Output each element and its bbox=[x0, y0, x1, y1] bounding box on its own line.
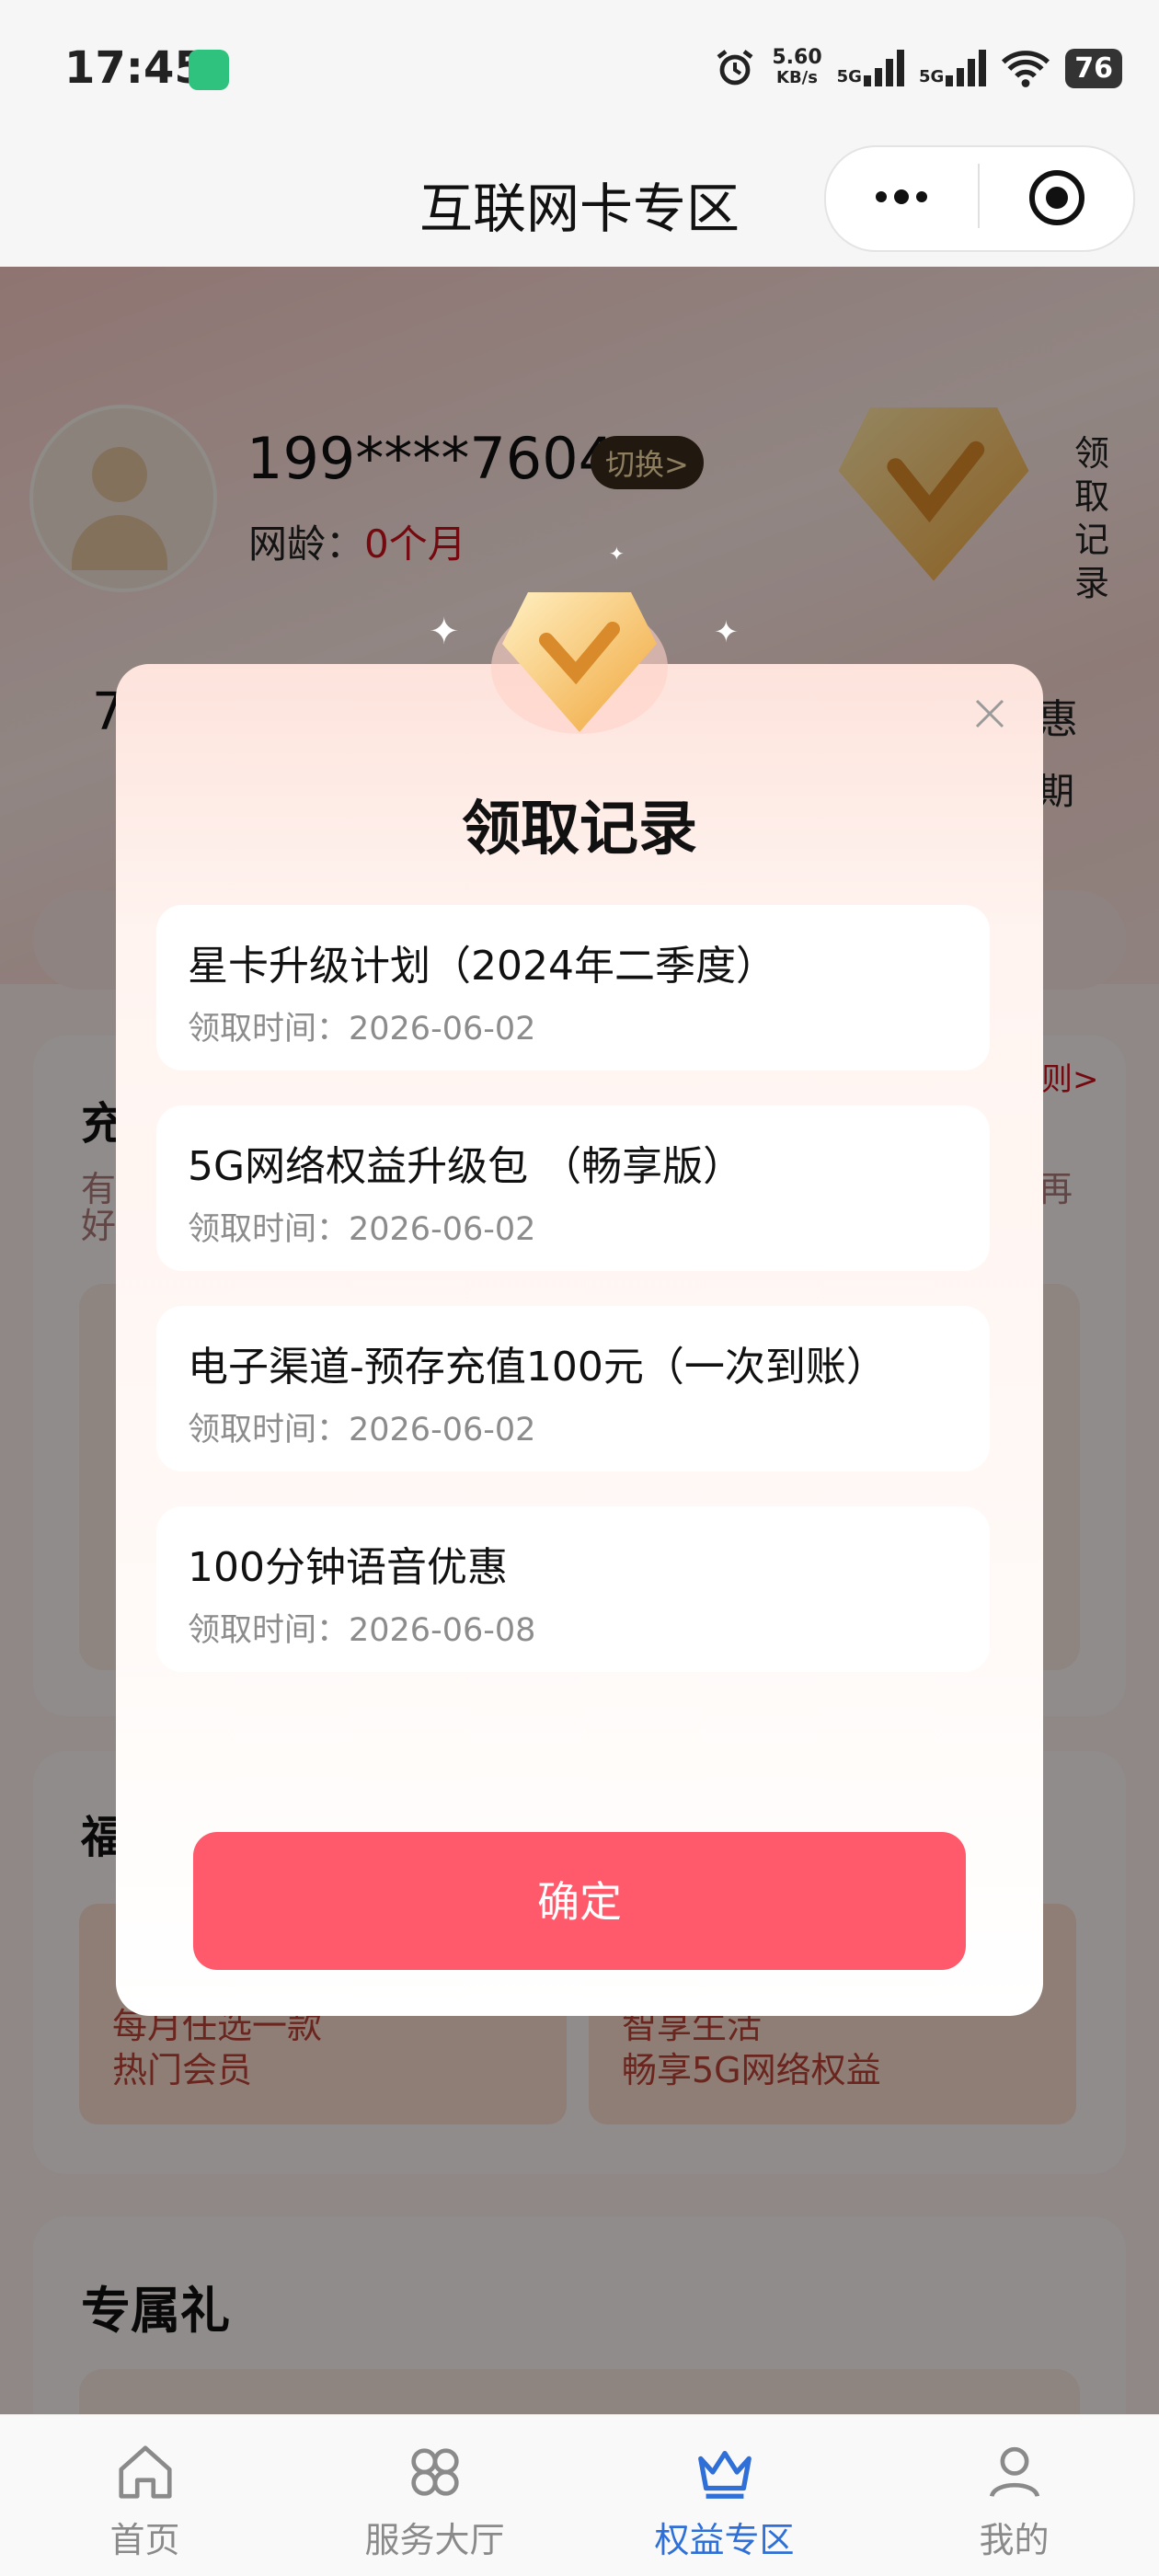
more-dots-icon bbox=[876, 189, 927, 204]
tab-service-hall-label: 服务大厅 bbox=[364, 2520, 505, 2560]
sparkle-icon: ✦ bbox=[714, 614, 739, 649]
signal-label-2: 5G bbox=[918, 67, 945, 86]
record-title: 星卡升级计划（2024年二季度） bbox=[188, 943, 776, 990]
tab-mine-label: 我的 bbox=[979, 2520, 1050, 2560]
home-icon bbox=[119, 2445, 172, 2499]
status-time: 17:45 bbox=[64, 42, 205, 94]
notification-app-icon bbox=[189, 50, 229, 90]
user-icon bbox=[989, 2446, 1040, 2498]
confirm-button[interactable]: 确定 bbox=[193, 1832, 966, 1970]
close-miniprogram-button[interactable] bbox=[1027, 167, 1087, 228]
badge-icon bbox=[491, 592, 668, 734]
tab-home-label: 首页 bbox=[109, 2520, 180, 2560]
tab-benefits-label: 权益专区 bbox=[654, 2520, 795, 2560]
record-time: 领取时间：2026-06-08 bbox=[188, 1612, 536, 1649]
record-time: 领取时间：2026-06-02 bbox=[188, 1011, 536, 1048]
wifi-icon bbox=[1002, 51, 1050, 87]
sparkle-icon: ✦ bbox=[429, 611, 460, 653]
record-title: 5G网络权益升级包 （畅享版） bbox=[188, 1143, 744, 1190]
record-time: 领取时间：2026-06-02 bbox=[188, 1412, 536, 1448]
tab-home[interactable]: 首页 bbox=[0, 2414, 290, 2575]
signal-label-1: 5G bbox=[836, 67, 862, 86]
sparkle-icon: ✦ bbox=[609, 543, 625, 565]
tab-service-hall[interactable]: 服务大厅 bbox=[290, 2414, 580, 2575]
record-title: 电子渠道-预存充值100元（一次到账） bbox=[188, 1344, 887, 1391]
capsule-divider bbox=[978, 164, 980, 228]
battery-level: 76 bbox=[1065, 48, 1122, 88]
net-speed: 5.60 bbox=[772, 46, 822, 69]
dialog-title: 领取记录 bbox=[462, 796, 697, 864]
tab-benefits[interactable]: 权益专区 bbox=[580, 2414, 869, 2575]
signal-icon bbox=[863, 50, 904, 86]
signal-icon bbox=[946, 50, 987, 86]
tab-mine[interactable]: 我的 bbox=[869, 2414, 1159, 2575]
alarm-icon bbox=[717, 50, 753, 86]
status-icons: 5.60 KB/s 5G 5G 76 bbox=[713, 46, 1122, 90]
record-title: 100分钟语音优惠 bbox=[188, 1544, 508, 1591]
net-unit: KB/s bbox=[776, 68, 818, 87]
close-icon[interactable] bbox=[971, 695, 1008, 732]
grid-icon bbox=[411, 2448, 459, 2496]
target-icon bbox=[1029, 170, 1084, 225]
more-button[interactable] bbox=[865, 177, 938, 217]
crown-icon bbox=[698, 2450, 752, 2499]
record-time: 领取时间：2026-06-02 bbox=[188, 1211, 536, 1248]
